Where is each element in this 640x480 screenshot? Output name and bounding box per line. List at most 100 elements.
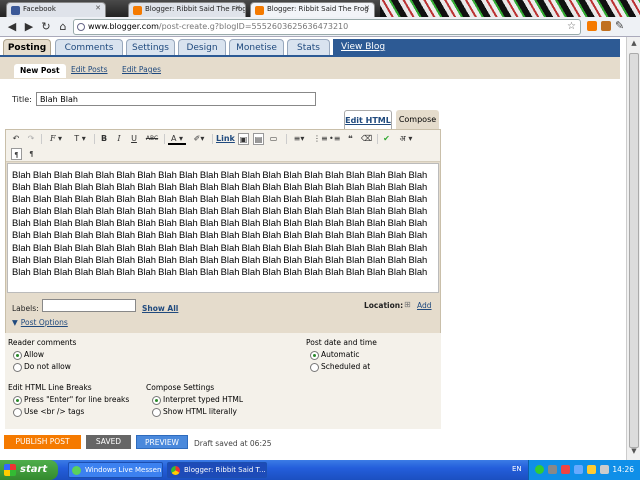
draft-saved-status: Draft saved at 06:25 [194,439,272,448]
sub-tab-new-post[interactable]: New Post [14,64,66,78]
wrench-icon[interactable]: ✎ [615,19,624,32]
date-automatic-radio[interactable]: Automatic [310,350,359,360]
toolbar-separator [212,134,213,144]
tray-messenger-icon[interactable] [535,465,544,474]
facebook-icon [11,6,20,15]
toolbar-separator [94,134,95,144]
location-label: Location: [364,301,404,310]
comments-allow-radio[interactable]: Allow [13,350,44,360]
insert-image-icon[interactable]: ▣ [238,133,249,145]
labels-input[interactable] [42,299,136,312]
transliteration-button[interactable]: अ ▾ [397,133,415,145]
spellcheck-icon[interactable]: ✔ [381,133,392,145]
text-color-button[interactable]: A ▾ [168,133,186,145]
back-arrow-icon[interactable]: ◀ [5,20,19,34]
bold-button[interactable]: B [99,133,109,145]
reload-icon[interactable]: ↻ [39,20,53,34]
post-options-toggle[interactable]: ▼ Post Options [12,318,68,327]
numbered-list-icon[interactable]: ⋮≡ [313,133,328,145]
preview-button[interactable]: PREVIEW [136,435,188,449]
scroll-thumb[interactable] [629,53,639,448]
blockquote-icon[interactable]: ❝ [345,133,356,145]
tray-security-icon[interactable] [561,465,570,474]
strikethrough-button[interactable]: ABC [144,133,160,145]
tray-app-icon[interactable] [587,465,596,474]
line-breaks-enter-radio[interactable]: Press "Enter" for line breaks [13,395,129,405]
url-host: www.blogger.com [88,22,159,31]
text-color-label: A [170,134,177,143]
forward-arrow-icon[interactable]: ▶ [22,20,36,34]
post-body-line: Blah Blah Blah Blah Blah Blah Blah Blah … [12,217,428,229]
font-family-button[interactable]: F ▾ [46,133,66,145]
tab-stats[interactable]: Stats [287,39,330,56]
post-body-line: Blah Blah Blah Blah Blah Blah Blah Blah … [12,229,428,241]
close-icon[interactable]: ✕ [95,4,101,12]
taskbar-clock[interactable]: 14:26 [612,465,634,474]
add-location-link[interactable]: Add [417,301,432,310]
close-icon[interactable]: ✕ [235,4,241,12]
date-scheduled-radio[interactable]: Scheduled at [310,362,370,372]
title-input[interactable] [36,92,316,106]
edit-html-tab[interactable]: Edit HTML [344,110,392,129]
tray-device-icon[interactable] [600,465,609,474]
alignment-icon[interactable]: ≡▾ [290,133,308,145]
rtl-direction-icon[interactable]: ¶ [26,148,37,160]
publish-post-button[interactable]: PUBLISH POST [4,435,81,449]
browser-tab-blogger-2[interactable]: Blogger: Ribbit Said The Frog ✕ [250,2,375,17]
browser-tab-blogger-1[interactable]: Blogger: Ribbit Said The Frog ✕ [128,2,246,17]
show-html-literal-radio[interactable]: Show HTML literally [152,407,237,417]
home-icon[interactable]: ⌂ [56,20,70,34]
post-body-line: Blah Blah Blah Blah Blah Blah Blah Blah … [12,253,428,265]
messenger-icon [72,466,81,475]
comments-deny-radio[interactable]: Do not allow [13,362,71,372]
post-editor-page: Title: Edit HTML Compose ↶ ↷ F ▾ T ▾ B I… [0,79,620,430]
bullet-list-icon[interactable]: •≡ [329,133,340,145]
insert-video-icon[interactable]: ▤ [253,133,264,145]
input-language-indicator[interactable]: EN [512,465,522,473]
italic-button[interactable]: I [114,133,124,145]
windows-logo-icon [4,464,16,476]
taskbar-item-chrome[interactable]: Blogger: Ribbit Said T... [167,462,267,478]
tray-network-icon[interactable] [548,465,557,474]
taskbar-item-messenger[interactable]: Windows Live Messen... [68,462,163,478]
page-menu-icon[interactable] [601,21,611,31]
post-body-line: Blah Blah Blah Blah Blah Blah Blah Blah … [12,169,428,180]
address-bar[interactable]: www.blogger.com/post-create.g?blogID=555… [73,19,581,35]
underline-button[interactable]: U [129,133,139,145]
redo-icon[interactable]: ↷ [26,133,36,145]
bookmark-star-icon[interactable]: ☆ [567,20,576,34]
remove-formatting-icon[interactable]: ⌫ [361,133,372,145]
browser-tab-label: Facebook [23,5,56,13]
view-blog-link[interactable]: View Blog [333,39,620,55]
compose-tab[interactable]: Compose [396,110,439,129]
font-size-button[interactable]: T ▾ [70,133,90,145]
line-breaks-br-radio[interactable]: Use <br /> tags [13,407,84,417]
scroll-down-icon[interactable]: ▼ [629,447,639,459]
tray-volume-icon[interactable] [574,465,583,474]
link-button[interactable]: Link [216,133,235,145]
post-actions-bar: PUBLISH POST SAVED PREVIEW Draft saved a… [0,429,620,459]
browser-tab-facebook[interactable]: Facebook ✕ [6,2,106,17]
close-icon[interactable]: ✕ [364,4,370,12]
page-scrollbar[interactable]: ▲ ▼ [626,37,640,460]
saved-button[interactable]: SAVED [86,435,131,449]
tab-monetise[interactable]: Monetise [229,39,284,56]
start-button[interactable]: start [0,460,58,480]
scroll-up-icon[interactable]: ▲ [629,39,639,51]
ltr-direction-icon[interactable]: ¶ [11,148,22,160]
highlight-color-icon[interactable]: ✐▾ [190,133,208,145]
tab-settings[interactable]: Settings [126,39,175,56]
undo-icon[interactable]: ↶ [11,133,21,145]
toolbar-separator [286,134,287,144]
sub-tab-edit-pages[interactable]: Edit Pages [122,63,161,77]
jump-break-icon[interactable]: ▭ [268,133,279,145]
tab-design[interactable]: Design [178,39,226,56]
tab-comments[interactable]: Comments [55,39,123,56]
sub-tab-edit-posts[interactable]: Edit Posts [71,63,108,77]
blogger-extension-icon[interactable] [587,21,597,31]
line-breaks-heading: Edit HTML Line Breaks [8,383,92,392]
post-body-editor[interactable]: Blah Blah Blah Blah Blah Blah Blah Blah … [7,163,439,293]
interpret-html-radio[interactable]: Interpret typed HTML [152,395,243,405]
show-all-labels-link[interactable]: Show All [142,304,178,313]
reader-comments-heading: Reader comments [8,338,77,347]
